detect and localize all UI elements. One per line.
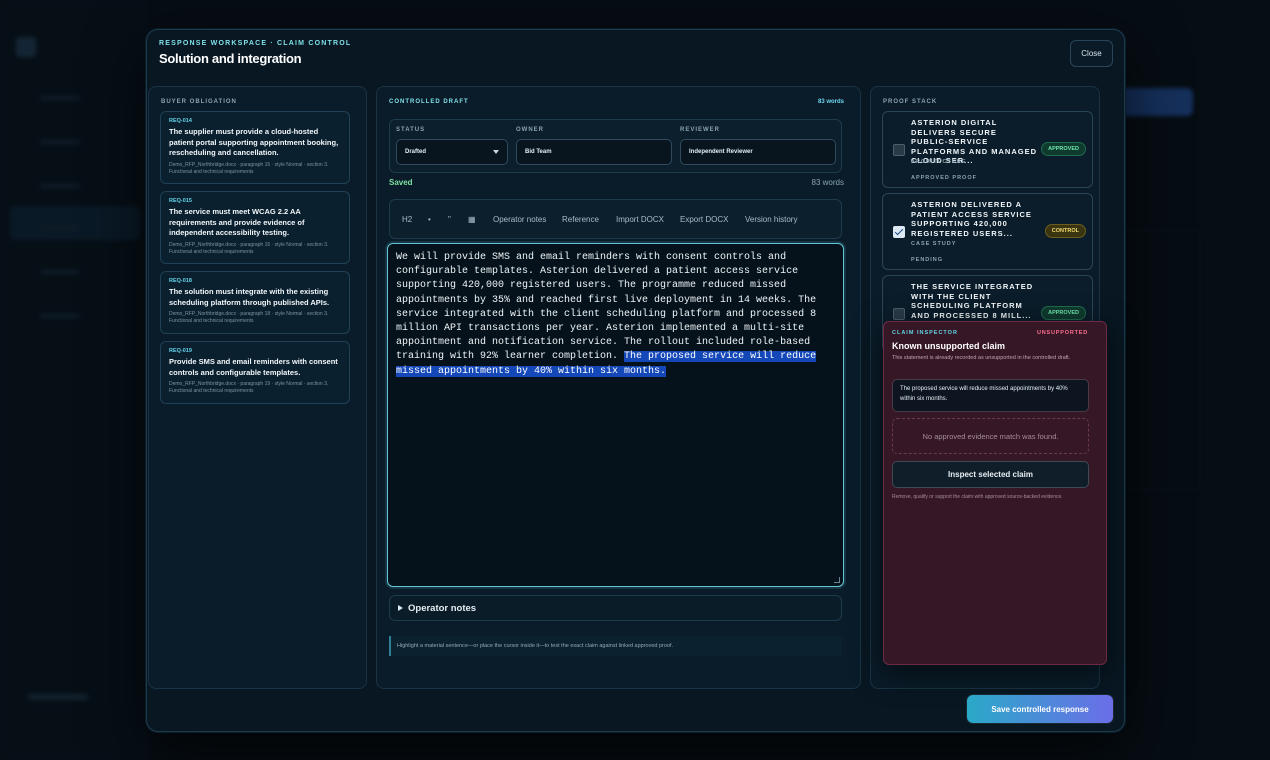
controlled-draft-label: CONTROLLED DRAFT <box>389 99 469 105</box>
obligation-text: The solution must integrate with the exi… <box>169 287 330 307</box>
proof-checkbox[interactable] <box>893 308 905 320</box>
proof-checkbox-checked[interactable] <box>893 226 905 238</box>
obligation-source: Demo_RFP_Northbridge.docx · paragraph 16… <box>169 241 329 255</box>
editor-hint: Highlight a material sentence—or place t… <box>389 636 842 656</box>
draft-editor[interactable]: We will provide SMS and email reminders … <box>387 243 844 587</box>
word-count: 83 words <box>811 178 844 187</box>
modal-eyebrow: RESPONSE WORKSPACE · CLAIM CONTROL <box>159 40 352 47</box>
owner-label: OWNER <box>516 127 544 133</box>
operator-notes-label: Operator notes <box>408 602 477 614</box>
quote-button[interactable]: " <box>448 215 451 224</box>
chevron-down-icon <box>493 150 499 154</box>
app-logo <box>16 37 36 57</box>
obligation-card[interactable]: REQ-018 The solution must integrate with… <box>160 271 350 334</box>
disclosure-triangle-icon <box>398 605 403 611</box>
proof-state: PENDING <box>911 257 944 263</box>
status-label: STATUS <box>396 127 426 133</box>
proof-kind: ARCHITECTURE <box>911 159 967 165</box>
resize-handle-icon[interactable] <box>834 577 840 583</box>
table-button[interactable]: ▦ <box>468 215 476 224</box>
background-nav-item <box>10 294 140 328</box>
draft-body-text: We will provide SMS and email reminders … <box>396 252 817 363</box>
modal-title: Solution and integration <box>159 51 302 66</box>
obligation-source: Demo_RFP_Northbridge.docx · paragraph 18… <box>169 311 329 324</box>
status-value: Drafted <box>405 149 427 155</box>
background-footer <box>14 690 124 712</box>
proof-kind: CASE STUDY <box>911 241 957 247</box>
version-history-button[interactable]: Version history <box>745 215 797 224</box>
background-nav-item <box>10 164 140 198</box>
reviewer-label: REVIEWER <box>680 127 721 133</box>
proof-title: The service integrated with the client s… <box>911 282 1034 320</box>
obligation-card[interactable]: REQ-019 Provide SMS and email reminders … <box>160 341 350 404</box>
background-nav-item <box>10 120 140 154</box>
obligation-id: REQ-019 <box>169 348 192 354</box>
background-nav-item <box>10 76 140 110</box>
heading-button[interactable]: H2 <box>402 215 412 224</box>
word-count-badge: 83 words <box>817 99 844 105</box>
obligation-card[interactable]: REQ-015 The service must meet WCAG 2.2 A… <box>160 191 350 264</box>
claim-inspector: CLAIM INSPECTOR UNSUPPORTED Known unsupp… <box>883 321 1107 665</box>
draft-metadata: STATUS Drafted OWNER Bid Team REVIEWER I… <box>389 119 842 173</box>
background-sidebar <box>0 0 150 760</box>
editor-toolbar: H2 • " ▦ Operator notes Reference Import… <box>389 199 842 239</box>
claim-inspector-label: CLAIM INSPECTOR <box>892 330 958 336</box>
buyer-obligation-panel: BUYER OBLIGATION REQ-014 The supplier mu… <box>148 86 367 689</box>
proof-card[interactable]: Asterion Digital delivers secure public-… <box>882 111 1093 188</box>
inspect-claim-button[interactable]: Inspect selected claim <box>892 461 1089 488</box>
reference-button[interactable]: Reference <box>562 215 599 224</box>
claim-control-modal: RESPONSE WORKSPACE · CLAIM CONTROL Solut… <box>146 29 1125 732</box>
obligation-id: REQ-015 <box>169 198 192 204</box>
approved-badge: APPROVED <box>1041 306 1086 320</box>
close-button[interactable]: Close <box>1070 40 1113 67</box>
unsupported-status: UNSUPPORTED <box>1037 330 1088 336</box>
save-controlled-response-button[interactable]: Save controlled response <box>967 695 1113 723</box>
background-nav-item <box>10 206 140 240</box>
obligation-source: Demo_RFP_Northbridge.docx · paragraph 19… <box>169 381 329 394</box>
bullet-list-button[interactable]: • <box>428 215 431 224</box>
obligation-text: The supplier must provide a cloud-hosted… <box>169 127 339 157</box>
obligation-id: REQ-014 <box>169 118 192 124</box>
obligation-card[interactable]: REQ-014 The supplier must provide a clou… <box>160 111 350 184</box>
control-badge: CONTROL <box>1044 224 1086 238</box>
obligation-source: Demo_RFP_Northbridge.docx · paragraph 15… <box>169 161 329 175</box>
proof-state: APPROVED PROOF <box>911 175 977 181</box>
proof-checkbox[interactable] <box>893 144 905 156</box>
reviewer-field[interactable]: Independent Reviewer <box>680 139 836 165</box>
status-select[interactable]: Drafted <box>396 139 508 165</box>
claim-inspector-title: Known unsupported claim <box>892 341 1006 351</box>
obligation-text: Provide SMS and email reminders with con… <box>169 357 338 377</box>
background-nav-item <box>10 250 140 284</box>
proof-card[interactable]: Asterion delivered a patient access serv… <box>882 193 1093 270</box>
import-docx-button[interactable]: Import DOCX <box>616 215 664 224</box>
claim-inspector-footer: Remove, qualify or support the claim wit… <box>892 494 1063 500</box>
background-button <box>1115 88 1193 116</box>
proof-title: Asterion delivered a patient access serv… <box>911 200 1032 238</box>
export-docx-button[interactable]: Export DOCX <box>680 215 728 224</box>
operator-notes-button[interactable]: Operator notes <box>493 215 546 224</box>
obligation-text: The service must meet WCAG 2.2 AA requir… <box>169 207 305 237</box>
approved-badge: APPROVED <box>1041 142 1086 156</box>
claim-inspector-description: This statement is already recorded as un… <box>892 355 1071 361</box>
obligation-id: REQ-018 <box>169 278 192 284</box>
claim-quote: The proposed service will reduce missed … <box>892 379 1089 412</box>
controlled-draft-panel: CONTROLLED DRAFT 83 words STATUS Drafted… <box>376 86 861 689</box>
owner-field[interactable]: Bid Team <box>516 139 672 165</box>
evidence-empty-state: No approved evidence match was found. <box>892 418 1089 454</box>
proof-stack-label: PROOF STACK <box>883 99 938 105</box>
operator-notes-toggle[interactable]: Operator notes <box>389 595 842 621</box>
save-status: Saved <box>389 178 413 187</box>
buyer-obligation-label: BUYER OBLIGATION <box>161 99 237 105</box>
